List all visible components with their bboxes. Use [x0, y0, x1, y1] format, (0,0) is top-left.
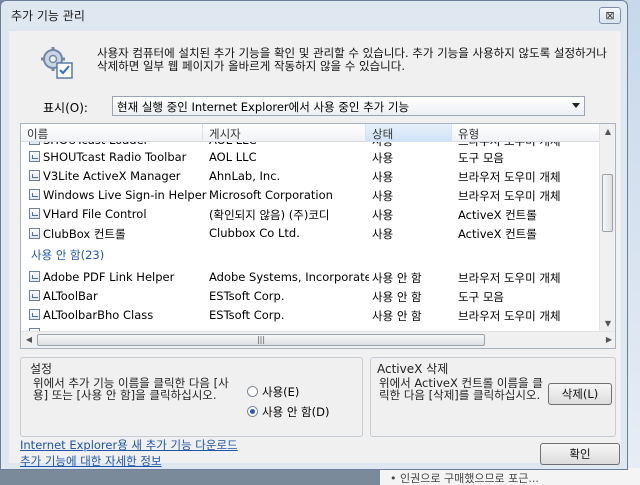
column-status-label: 상태 [372, 127, 394, 141]
addon-publisher: (확인되지 않음) (주)코디 [209, 208, 330, 222]
delete-button[interactable]: 삭제(L) [548, 383, 612, 405]
scroll-left-icon[interactable]: ◀ [21, 332, 37, 348]
radio-enable-label: 사용(E) [262, 385, 300, 399]
column-header-row: 이름 게시자 ^ 상태 유형 [21, 124, 601, 142]
addon-publisher: Clubbox Co Ltd. [209, 226, 300, 240]
sort-ascending-icon: ^ [402, 123, 410, 131]
scroll-down-icon[interactable]: ▼ [600, 316, 615, 332]
addon-type: 브라우저 도우미 개체 [458, 309, 561, 323]
radio-disable[interactable]: 사용 안 함(D) [247, 404, 329, 420]
addon-icon [29, 309, 40, 320]
addon-name: Adobe PDF Link Helper [43, 270, 175, 284]
addon-icon [29, 189, 40, 200]
settings-title: 설정 [30, 362, 53, 376]
addon-publisher: ESTsoft Corp. [209, 308, 285, 322]
addon-type: 브라우저 도우미 개체 [458, 170, 561, 184]
ok-button[interactable]: 확인 [540, 443, 620, 465]
addon-name: Windows Live Sign-in Helper [43, 188, 207, 202]
addon-type: ActiveX 컨트롤 [458, 208, 537, 222]
activex-help-text: 위에서 ActiveX 컨트롤 이름을 클릭한 다음 [삭제]를 클릭하십시오. [379, 376, 543, 402]
addon-icon [29, 228, 40, 239]
addon-type: ActiveX 컨트롤 [458, 227, 537, 241]
column-publisher[interactable]: 게시자 [203, 124, 366, 142]
addon-name: V3Lite ActiveX Manager [43, 169, 181, 183]
addon-icon [29, 290, 40, 301]
addon-type: 도구 모음 [458, 151, 504, 165]
window-title: 추가 기능 관리 [11, 9, 85, 23]
addons-rows: SHOUTcast Loader AOL LLC사용브라우저 도우미 개체 SH… [21, 142, 601, 332]
scroll-right-icon[interactable]: ▶ [601, 332, 615, 348]
addon-name: SHOUTcast Radio Toolbar [43, 150, 187, 164]
table-row[interactable]: ClubBox 컨트롤 Clubbox Co Ltd. 사용 ActiveX 컨… [21, 223, 601, 242]
dialog-client-area: 사용자 컴퓨터에 설치된 추가 기능을 확인 및 관리할 수 있습니다. 추가 … [9, 31, 621, 468]
background-window-text: • 인권으로 구매했으므로 포근... [380, 468, 640, 485]
addon-type: 브라우저 도우미 개체 [458, 189, 561, 203]
show-dropdown[interactable]: 현재 실행 중인 Internet Explorer에서 사용 중인 추가 기능 [112, 96, 585, 116]
addon-publisher: Microsoft Corporation [209, 188, 333, 202]
chevron-down-icon [572, 103, 580, 108]
addon-icon [29, 151, 40, 162]
settings-help-text: 위에서 추가 기능 이름을 클릭한 다음 [사용] 또는 [사용 안 함]을 클… [33, 376, 229, 402]
addons-list[interactable]: 이름 게시자 ^ 상태 유형 SHOUTcast Loader AOL LLC사… [20, 123, 616, 349]
addon-status: 사용 안 함 [372, 271, 422, 285]
column-status[interactable]: ^ 상태 [366, 124, 452, 142]
vertical-scroll-thumb[interactable] [602, 174, 613, 232]
more-info-link[interactable]: 추가 기능에 대한 자세한 정보 [20, 453, 162, 469]
scroll-up-icon[interactable]: ▲ [600, 124, 615, 140]
table-row[interactable]: V3Lite ActiveX Manager AhnLab, Inc. 사용 브… [21, 166, 601, 185]
horizontal-scrollbar[interactable]: ◀ ||| ▶ [21, 331, 615, 348]
radio-enable[interactable]: 사용(E) [247, 384, 299, 400]
addon-status: 사용 [372, 189, 394, 203]
column-type[interactable]: 유형 [452, 124, 601, 142]
download-addons-link[interactable]: Internet Explorer용 새 추가 기능 다운로드 [20, 437, 238, 453]
table-row[interactable]: SHOUTcast Radio Toolbar AOL LLC 사용 도구 모음 [21, 147, 601, 166]
vertical-scrollbar[interactable]: ▲ ▼ [599, 124, 615, 332]
close-icon: ⊠ [605, 9, 615, 22]
column-name[interactable]: 이름 [21, 124, 203, 142]
addon-publisher: AhnLab, Inc. [209, 169, 281, 183]
addon-name: ALToolbarBho Class [43, 308, 154, 322]
table-row[interactable]: ALToolbarBho Class ESTsoft Corp. 사용 안 함 … [21, 305, 601, 324]
addon-status: 사용 안 함 [372, 290, 422, 304]
manage-addons-dialog: 추가 기능 관리 ⊠ 사용자 컴퓨터에 설치된 추가 기능을 확인 및 관리할 … [0, 0, 628, 470]
horizontal-scroll-thumb[interactable]: ||| [37, 334, 485, 346]
radio-disable-dot [247, 406, 258, 417]
activex-title: ActiveX 삭제 [377, 362, 449, 376]
addon-publisher: ESTsoft Corp. [209, 289, 285, 303]
addon-status: 사용 [372, 170, 394, 184]
addon-name: ALToolBar [43, 289, 98, 303]
close-button[interactable]: ⊠ [599, 7, 621, 24]
table-row[interactable]: Adobe PDF Link Helper Adobe Systems, Inc… [21, 267, 601, 286]
addon-type: 도구 모음 [458, 290, 504, 304]
addon-name: ClubBox 컨트롤 [43, 227, 126, 241]
show-label: 표시(O): [43, 101, 88, 115]
group-header-disabled[interactable]: 사용 안 함(23) [31, 247, 104, 263]
radio-disable-label: 사용 안 함(D) [262, 405, 330, 419]
addon-status: 사용 안 함 [372, 309, 422, 323]
addon-type: 브라우저 도우미 개체 [458, 271, 561, 285]
description-text: 사용자 컴퓨터에 설치된 추가 기능을 확인 및 관리할 수 있습니다. 추가 … [97, 46, 607, 73]
radio-enable-dot [247, 386, 258, 397]
addon-publisher: AOL LLC [209, 150, 257, 164]
addon-status: 사용 [372, 151, 394, 165]
addon-status: 사용 [372, 227, 394, 241]
addon-icon [29, 271, 40, 282]
addon-status: 사용 [372, 208, 394, 222]
addon-icon [29, 170, 40, 181]
addon-icon [29, 208, 40, 219]
addons-gear-icon [41, 47, 73, 79]
table-row[interactable]: ALToolBar ESTsoft Corp. 사용 안 함 도구 모음 [21, 286, 601, 305]
addon-icon [29, 142, 40, 145]
table-row[interactable]: Windows Live Sign-in Helper Microsoft Co… [21, 185, 601, 204]
addon-publisher: Adobe Systems, Incorporated [209, 270, 369, 284]
show-dropdown-value: 현재 실행 중인 Internet Explorer에서 사용 중인 추가 기능 [117, 100, 410, 114]
table-row[interactable]: VHard File Control (확인되지 않음) (주)코디 사용 Ac… [21, 204, 601, 223]
addon-name: VHard File Control [43, 207, 147, 221]
